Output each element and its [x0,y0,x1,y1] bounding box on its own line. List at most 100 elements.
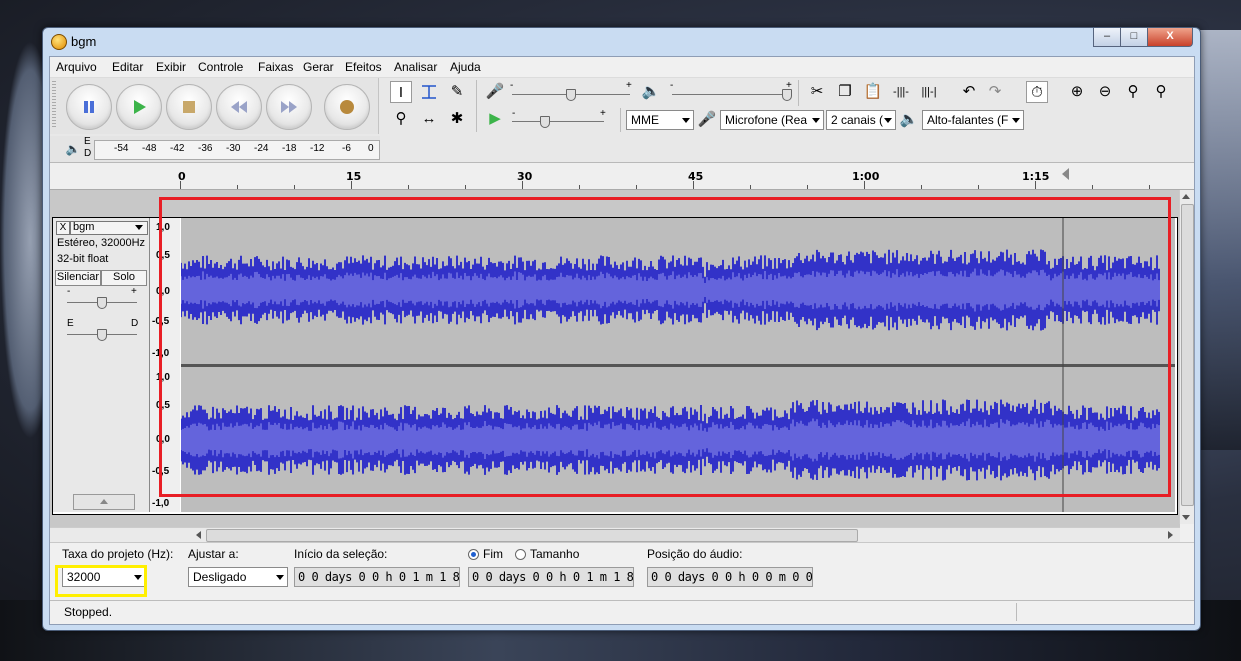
paste-icon[interactable]: 📋 [862,81,884,103]
ruler-label: 30 [517,170,533,183]
output-volume-slider[interactable] [672,94,790,95]
skip-end-button[interactable] [266,84,312,130]
minimize-button[interactable]: – [1093,28,1121,47]
selection-start-time[interactable]: 0 0 days 0 0 h 0 1 m 1 8 s [294,567,460,587]
horizontal-scrollbar-thumb[interactable] [206,529,858,542]
output-device-speaker-icon: 🔈 [899,111,919,128]
skip-start-button[interactable] [216,84,262,130]
speed-slider-min: - [512,108,516,119]
toolbar-grip[interactable] [52,81,56,129]
fit-selection-icon[interactable]: ⚲ [1122,81,1144,103]
ruler-label: 1:00 [852,170,880,183]
output-slider-min: - [670,80,674,91]
end-radio-label: Fim [483,547,503,561]
meter-speaker-icon[interactable]: 🔈 [62,138,84,160]
input-slider-max: + [626,80,632,91]
meter-tick: -12 [310,143,325,154]
speed-slider-thumb[interactable] [540,116,550,128]
menu-exibir[interactable]: Exibir [156,60,186,74]
maximize-button[interactable]: □ [1120,28,1148,47]
selection-end-time[interactable]: 0 0 days 0 0 h 0 1 m 1 8 s [468,567,634,587]
menu-controle[interactable]: Controle [198,60,243,74]
zoom-tool-icon[interactable]: ⚲ [390,108,412,130]
track-name: bgm [73,221,95,233]
copy-icon[interactable]: ❐ [834,81,856,103]
menu-editar[interactable]: Editar [112,60,143,74]
meter-tick: -36 [198,143,213,154]
mute-button[interactable]: Silenciar [55,270,101,286]
track-control-panel: X bgm Estéreo, 32000Hz 32-bit float Sile… [53,218,150,512]
zoom-in-icon[interactable]: ⊕ [1066,81,1088,103]
meter-tick: -24 [254,143,269,154]
transport-toolbar [50,78,379,134]
track-name-menu[interactable]: bgm [70,221,148,235]
cut-icon[interactable]: ✂ [806,81,828,103]
input-volume-thumb[interactable] [566,89,576,101]
horizontal-scrollbar[interactable] [50,527,1180,542]
zoom-out-icon[interactable]: ⊖ [1094,81,1116,103]
silence-icon[interactable]: |||-| [918,81,940,103]
length-radio[interactable] [515,549,526,560]
menu-ajuda[interactable]: Ajuda [450,60,481,74]
play-at-speed-icon[interactable]: ▶ [484,108,506,130]
stop-button[interactable] [166,84,212,130]
audio-position-time[interactable]: 0 0 days 0 0 h 0 0 m 0 0 s [647,567,813,587]
menu-analisar[interactable]: Analisar [394,60,437,74]
envelope-tool-icon[interactable] [418,81,440,103]
waveform-highlight-box [159,197,1171,497]
menu-faixas[interactable]: Faixas [258,60,293,74]
output-device-dropdown[interactable]: Alto-falantes (F [922,110,1024,130]
menu-arquivo[interactable]: Arquivo [56,60,97,74]
toolbar-area: I ✎ ⚲ ↔ ✱ 🎤 - + 🔈 - + ▶ - + ✂ ❐ 📋 -|||- … [50,78,1194,163]
host-dropdown[interactable]: MME [626,110,694,130]
meter-tick: -6 [342,143,351,154]
draw-tool-icon[interactable]: ✎ [446,81,468,103]
ruler-label: 45 [688,170,704,183]
selection-toolbar: Taxa do projeto (Hz): 32000 Ajustar a: D… [50,542,1194,597]
multi-tool-icon[interactable]: ✱ [446,108,468,130]
input-device-microphone-icon: 🎤 [697,111,717,128]
meter-tick: 0 [368,143,374,154]
vertical-scrollbar[interactable] [1179,190,1194,524]
trim-icon[interactable]: -|||- [890,81,912,103]
title-bar[interactable]: bgm – □ X [43,28,1200,56]
undo-icon[interactable]: ↶ [958,81,980,103]
pan-slider-thumb[interactable] [97,329,107,341]
input-slider-min: - [510,80,514,91]
output-volume-thumb[interactable] [782,89,792,101]
app-icon [51,34,67,50]
play-button[interactable] [116,84,162,130]
end-radio[interactable] [468,549,479,560]
input-device-dropdown[interactable]: Microfone (Rea [720,110,824,130]
snap-to-label: Ajustar a: [188,547,239,561]
timeshift-tool-icon[interactable]: ↔ [418,108,440,130]
fit-project-icon[interactable]: ⚲ [1150,81,1172,103]
gain-min-label: - [67,286,71,297]
sync-lock-icon[interactable]: ⏱ [1026,81,1048,103]
selection-tool-icon[interactable]: I [390,81,412,103]
audio-position-label: Posição do áudio: [647,547,743,561]
menu-efeitos[interactable]: Efeitos [345,60,382,74]
speed-slider[interactable] [512,121,604,122]
meter-left-label: E [84,136,91,147]
record-button[interactable] [324,84,370,130]
redo-icon[interactable]: ↷ [984,81,1006,103]
length-radio-label: Tamanho [530,547,580,561]
track-close-button[interactable]: X [56,221,70,235]
channels-dropdown[interactable]: 2 canais ( [826,110,896,130]
gain-slider-thumb[interactable] [97,297,107,309]
meter-tick: -30 [226,143,241,154]
close-button[interactable]: X [1147,28,1193,47]
pause-button[interactable] [66,84,112,130]
collapse-track-button[interactable] [73,494,135,510]
vertical-scrollbar-thumb[interactable] [1181,204,1194,506]
project-rate-highlight-box [55,565,147,597]
timeline-ruler[interactable]: 0 15 30 45 1:00 1:15 [50,163,1194,190]
speed-slider-max: + [600,108,606,119]
menu-gerar[interactable]: Gerar [303,60,334,74]
track-info-bitdepth: 32-bit float [57,253,109,265]
speaker-icon: 🔈 [641,83,661,100]
project-rate-label: Taxa do projeto (Hz): [62,547,174,561]
solo-button[interactable]: Solo [101,270,147,286]
snap-to-dropdown[interactable]: Desligado [188,567,288,587]
